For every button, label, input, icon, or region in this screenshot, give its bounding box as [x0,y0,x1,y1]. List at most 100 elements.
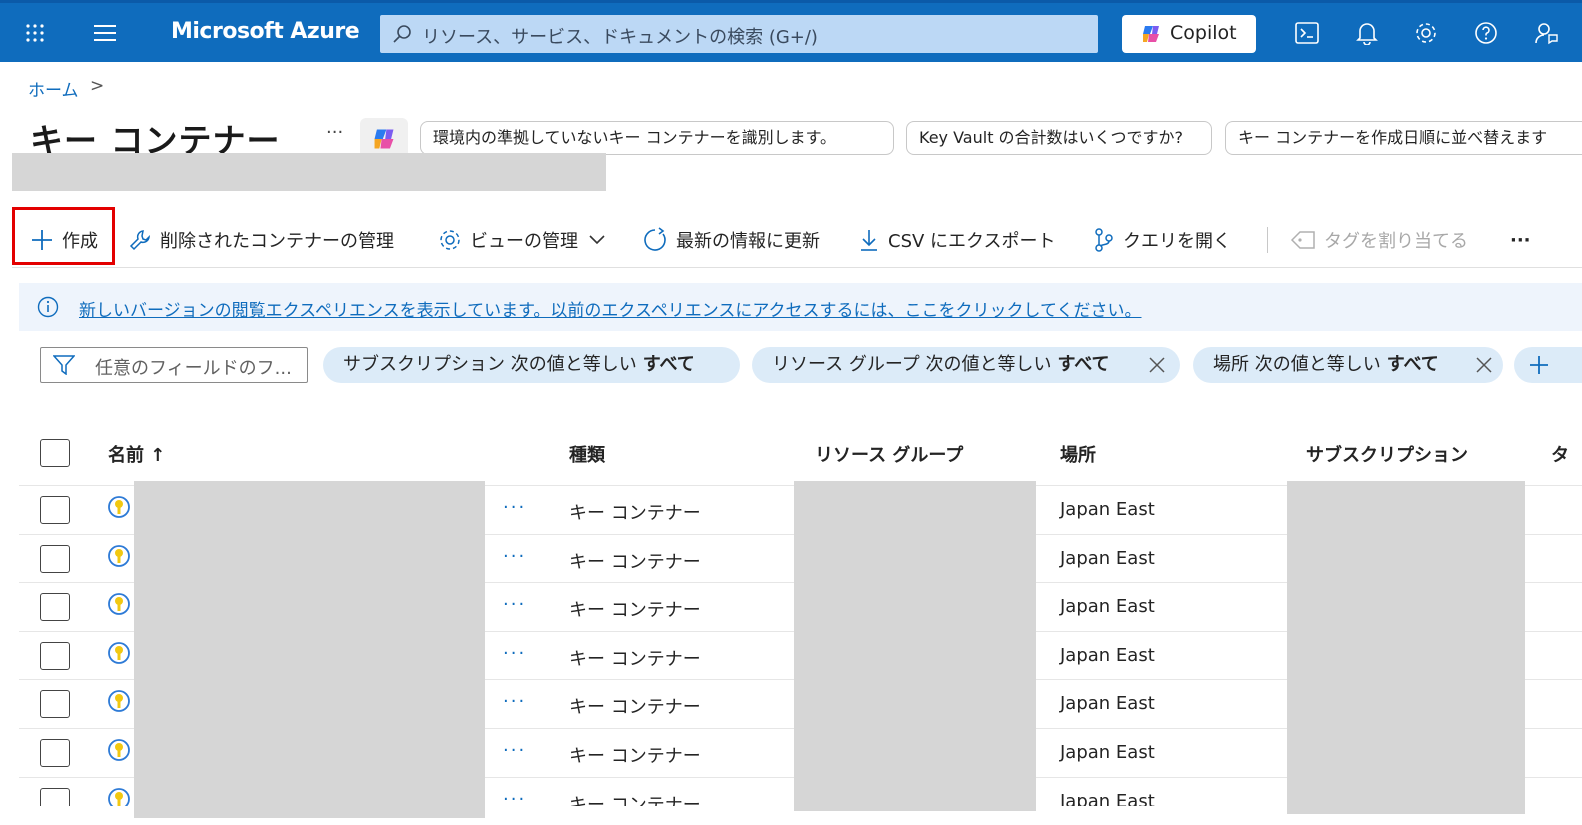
redacted-subscription-column [1287,790,1525,814]
column-header-tags[interactable]: タ [1551,441,1569,467]
column-header-location[interactable]: 場所 [1060,441,1096,467]
row-type: キー コンテナー [569,649,701,670]
key-vault-icon [108,642,130,664]
refresh-icon [644,227,666,251]
row-checkbox[interactable] [40,739,70,767]
info-banner-link[interactable]: 新しいバージョンの閲覧エクスペリエンスを表示しています。以前のエクスペリエンスに… [79,296,1142,321]
pill-value: すべて [1057,354,1110,375]
row-actions-button[interactable]: ··· [503,594,526,615]
column-header-type[interactable]: 種類 [569,441,605,467]
column-header-resource-group[interactable]: リソース グループ [815,441,963,467]
gear-icon [440,230,460,250]
chevron-down-icon [589,235,605,245]
breadcrumb-home-link[interactable]: ホーム [28,76,79,101]
row-checkbox[interactable] [40,642,70,670]
toolbar-divider-line [12,267,1582,268]
copilot-icon [374,129,394,149]
redacted-name-column [134,790,485,818]
row-type: キー コンテナー [569,503,701,524]
open-query-label: クエリを開く [1123,231,1231,252]
create-label: 作成 [62,231,98,252]
help-icon[interactable] [1471,18,1501,48]
copilot-suggestion-chip[interactable]: キー コンテナーを作成日順に並べ替えます [1225,121,1582,155]
key-vault-icon [108,593,130,615]
row-location: Japan East [1060,499,1155,520]
key-vault-icon [108,739,130,761]
close-icon[interactable] [1148,356,1166,374]
row-type: キー コンテナー [569,600,701,621]
row-checkbox[interactable] [40,690,70,718]
redacted-resource-group-column [794,481,1036,811]
row-actions-button[interactable]: ··· [503,691,526,712]
refresh-button[interactable]: 最新の情報に更新 [642,226,820,254]
column-header-subscription[interactable]: サブスクリプション [1306,441,1468,467]
key-vault-icon [108,545,130,567]
copilot-suggest-button[interactable] [360,118,408,158]
download-icon [861,230,877,251]
row-actions-button[interactable]: ··· [503,643,526,664]
row-checkbox[interactable] [40,593,70,621]
row-location: Japan East [1060,596,1155,617]
row-location: Japan East [1060,693,1155,714]
row-type: キー コンテナー [569,697,701,718]
export-csv-label: CSV にエクスポート [888,231,1056,252]
key-vault-icon [108,496,130,518]
resource-group-filter-pill[interactable]: リソース グループ 次の値と等しい すべて [752,347,1180,383]
notifications-bell-icon[interactable] [1352,18,1382,48]
search-icon [393,25,411,43]
row-checkbox[interactable] [40,496,70,524]
column-header-name[interactable]: 名前 ↑ [108,441,165,467]
copilot-suggestion-chip[interactable]: Key Vault の合計数はいくつですか? [906,121,1212,155]
wrench-icon [129,230,150,251]
manage-view-button[interactable]: ビューの管理 [438,226,614,254]
hamburger-menu-icon[interactable] [90,18,120,48]
add-filter-button[interactable] [1514,347,1582,383]
info-banner: 新しいバージョンの閲覧エクスペリエンスを表示しています。以前のエクスペリエンスに… [19,283,1582,331]
manage-deleted-button[interactable]: 削除されたコンテナーの管理 [128,226,394,254]
row-actions-button[interactable]: ··· [503,546,526,567]
close-icon[interactable] [1475,356,1493,374]
assign-tags-label: タグを割り当てる [1324,231,1468,252]
plus-icon [32,230,52,250]
create-button[interactable]: 作成 [30,226,98,254]
redacted-subscription-column [1287,481,1525,814]
row-checkbox[interactable] [40,545,70,573]
pill-value: すべて [642,354,695,375]
row-actions-button[interactable]: ··· [503,497,526,518]
redacted-resource-group-column [794,790,1036,811]
app-launcher-icon[interactable] [20,18,50,48]
row-location: Japan East [1060,548,1155,569]
global-search-input[interactable]: リソース、サービス、ドキュメントの検索 (G+/) [380,15,1098,53]
pill-value: すべて [1386,354,1439,375]
copilot-suggestion-chip[interactable]: 環境内の準拠していないキー コンテナーを識別します。 [420,121,894,155]
row-actions-button[interactable]: ··· [503,740,526,761]
breadcrumb-separator: > [90,76,105,96]
manage-view-label: ビューの管理 [470,231,578,252]
title-more-button[interactable]: ··· [326,122,343,143]
pill-label: サブスクリプション 次の値と等しい [343,354,637,375]
select-all-checkbox[interactable] [40,439,70,467]
key-vault-icon [108,690,130,712]
manage-deleted-label: 削除されたコンテナーの管理 [160,231,394,252]
feedback-person-icon[interactable] [1531,18,1561,48]
row-location: Japan East [1060,742,1155,763]
redacted-subtitle [12,153,606,191]
brand-title[interactable]: Microsoft Azure [171,19,360,44]
pill-label: リソース グループ 次の値と等しい [772,354,1052,375]
settings-gear-icon[interactable] [1411,18,1441,48]
assign-tags-button[interactable]: タグを割り当てる [1290,226,1468,254]
subscription-filter-pill[interactable]: サブスクリプション 次の値と等しい すべて [323,347,740,383]
location-filter-pill[interactable]: 場所 次の値と等しい すべて [1193,347,1503,383]
export-csv-button[interactable]: CSV にエクスポート [858,226,1056,254]
open-query-button[interactable]: クエリを開く [1093,226,1231,254]
toolbar-divider [1267,227,1268,253]
copilot-button[interactable]: Copilot [1122,15,1256,53]
toolbar-more-button[interactable]: ··· [1510,226,1531,254]
info-icon [37,296,59,318]
filter-funnel-icon [53,355,75,375]
top-navigation-bar: Microsoft Azure リソース、サービス、ドキュメントの検索 (G+/… [0,0,1582,62]
filter-search-input[interactable]: 任意のフィールドのフ... [40,347,308,383]
cloud-shell-icon[interactable] [1292,18,1322,48]
row-type: キー コンテナー [569,746,701,767]
refresh-label: 最新の情報に更新 [676,231,820,252]
